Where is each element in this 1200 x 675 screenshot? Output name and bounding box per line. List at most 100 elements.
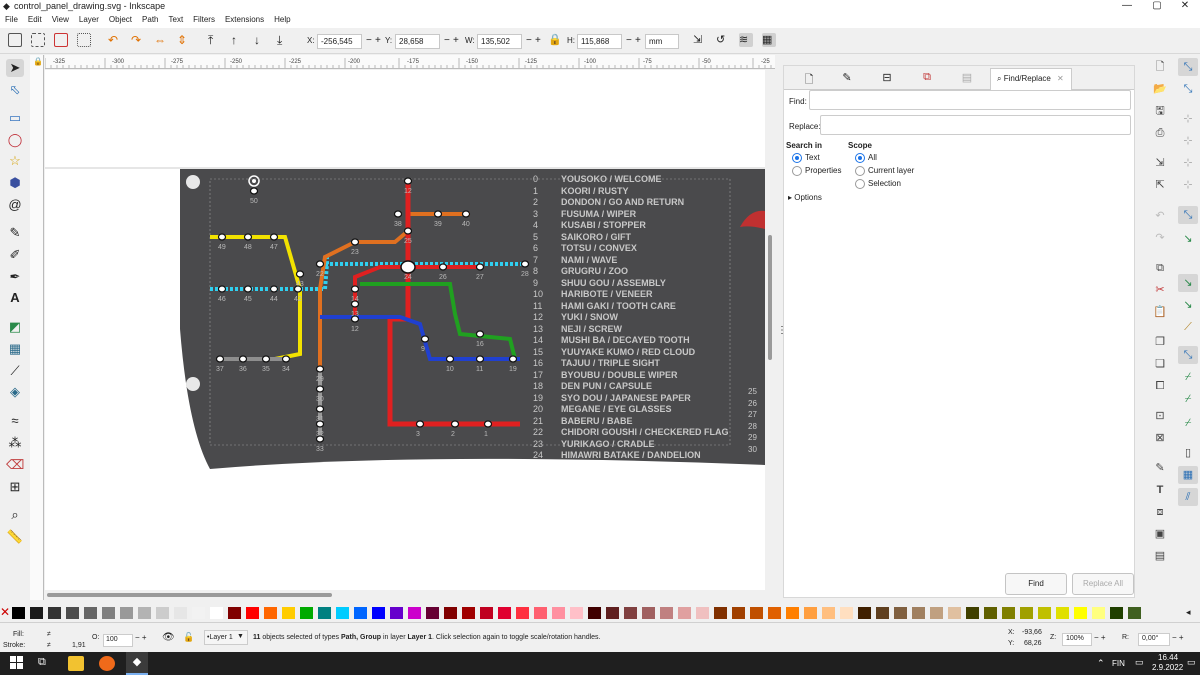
align-tab-icon[interactable]: ⊟: [880, 71, 894, 85]
palette-swatch[interactable]: [228, 607, 241, 619]
palette-swatch[interactable]: [1056, 607, 1069, 619]
unit-select[interactable]: mm: [645, 34, 680, 49]
y-increment[interactable]: +: [453, 35, 459, 46]
palette-swatch[interactable]: [1038, 607, 1051, 619]
palette-swatch[interactable]: [516, 607, 529, 619]
firefox-icon[interactable]: [99, 656, 115, 671]
ruler-corner-lock-icon[interactable]: 🔒: [33, 57, 43, 66]
snap-text-baseline-icon[interactable]: ⌿: [1181, 392, 1195, 406]
flip-horizontal-icon[interactable]: ⇔: [154, 33, 168, 47]
document-properties-tab-icon[interactable]: 🗋: [802, 71, 816, 86]
palette-swatch[interactable]: [570, 607, 583, 619]
find-button[interactable]: Find: [1005, 573, 1067, 595]
lower-to-bottom-icon[interactable]: ⤓: [277, 33, 291, 47]
palette-swatch[interactable]: [966, 607, 979, 619]
snap-bbox-icon[interactable]: ⤡: [1181, 82, 1195, 96]
palette-swatch[interactable]: [804, 607, 817, 619]
transform-tab-icon[interactable]: ⧉: [920, 71, 934, 85]
palette-swatch[interactable]: [102, 607, 115, 619]
mesh-tool-icon[interactable]: ▦: [6, 340, 24, 358]
replace-all-button[interactable]: Replace All: [1072, 573, 1134, 595]
language-indicator[interactable]: FIN: [1112, 659, 1125, 668]
pencil-tool-icon[interactable]: ✐: [6, 246, 24, 264]
menu-edit[interactable]: Edit: [23, 13, 47, 24]
spiral-tool-icon[interactable]: @: [6, 196, 24, 214]
palette-swatch[interactable]: [156, 607, 169, 619]
move-gradients-icon[interactable]: ≋: [739, 33, 753, 47]
maximize-button[interactable]: ▢: [1142, 0, 1172, 11]
group-icon[interactable]: ⊡: [1153, 409, 1167, 423]
palette-swatch[interactable]: [534, 607, 547, 619]
select-all-icon[interactable]: [8, 33, 22, 47]
palette-swatch[interactable]: [1110, 607, 1123, 619]
palette-swatch[interactable]: [714, 607, 727, 619]
calligraphy-tool-icon[interactable]: ✒: [6, 268, 24, 286]
rect-tool-icon[interactable]: ▭: [6, 109, 24, 127]
task-view-icon[interactable]: ⧉: [38, 656, 54, 671]
h-decrement[interactable]: −: [626, 35, 632, 46]
w-increment[interactable]: +: [535, 35, 541, 46]
palette-swatch[interactable]: [876, 607, 889, 619]
network-icon[interactable]: ▭: [1135, 657, 1144, 668]
clone-icon[interactable]: ❏: [1153, 357, 1167, 371]
opacity-input[interactable]: 100: [103, 634, 133, 647]
menu-help[interactable]: Help: [269, 13, 295, 24]
new-document-icon[interactable]: 🗋: [1153, 60, 1167, 74]
layers-tab-icon[interactable]: ▤: [960, 71, 974, 85]
raise-icon[interactable]: ↑: [231, 33, 245, 47]
palette-swatch[interactable]: [606, 607, 619, 619]
palette-swatch[interactable]: [444, 607, 457, 619]
zoom-stepper[interactable]: − +: [1094, 633, 1106, 642]
tab-find-replace[interactable]: ⌕ Find/Replace ✕: [990, 68, 1072, 90]
3d-box-tool-icon[interactable]: ⬢: [6, 174, 24, 192]
save-icon[interactable]: 🖫: [1153, 104, 1167, 118]
x-increment[interactable]: +: [375, 35, 381, 46]
snap-cusp-icon[interactable]: ↘: [1181, 298, 1195, 312]
tray-chevron-icon[interactable]: ⌃: [1097, 658, 1105, 669]
rotation-input[interactable]: 0,00°: [1138, 633, 1170, 646]
layers-icon[interactable]: ⧈: [1153, 505, 1167, 519]
menu-extensions[interactable]: Extensions: [220, 13, 269, 24]
snap-page-icon[interactable]: ⌿: [1181, 416, 1195, 430]
palette-menu-icon[interactable]: ◂: [1186, 607, 1191, 618]
node-tool-icon[interactable]: ⬁: [6, 81, 24, 99]
palette-swatch[interactable]: [858, 607, 871, 619]
print-icon[interactable]: ⎙: [1153, 126, 1167, 140]
spray-tool-icon[interactable]: ⁂: [6, 434, 24, 452]
vertical-scroll-thumb[interactable]: [768, 235, 772, 360]
find-input[interactable]: [809, 90, 1131, 110]
palette-swatch[interactable]: [1002, 607, 1015, 619]
unlink-clone-icon[interactable]: ⧠: [1153, 379, 1167, 393]
menu-filters[interactable]: Filters: [188, 13, 220, 24]
palette-swatch[interactable]: [588, 607, 601, 619]
xml-editor-icon[interactable]: ▣: [1153, 527, 1167, 541]
palette-swatch[interactable]: [930, 607, 943, 619]
inkscape-taskbar-icon[interactable]: ◆: [126, 652, 148, 675]
palette-swatch[interactable]: [336, 607, 349, 619]
raise-to-top-icon[interactable]: ⤒: [208, 33, 222, 47]
snap-path-intersection-icon[interactable]: ↘: [1181, 232, 1195, 246]
lock-layer-icon[interactable]: 🔓: [183, 632, 194, 643]
x-decrement[interactable]: −: [366, 35, 372, 46]
zoom-input[interactable]: 100%: [1062, 633, 1092, 646]
palette-swatch[interactable]: [696, 607, 709, 619]
text-font-icon[interactable]: T: [1153, 483, 1167, 497]
measure-tool-icon[interactable]: 📏: [6, 528, 24, 546]
palette-swatch[interactable]: [660, 607, 673, 619]
preferences-icon[interactable]: ▤: [1153, 549, 1167, 563]
paste-icon[interactable]: 📋: [1153, 305, 1167, 319]
snap-rotation-icon[interactable]: ⊹: [1181, 178, 1195, 192]
color-palette[interactable]: ✕ ◂: [0, 605, 1200, 620]
palette-swatch[interactable]: [48, 607, 61, 619]
y-input[interactable]: 28,658: [395, 34, 440, 49]
palette-swatch[interactable]: [768, 607, 781, 619]
fill-stroke-tab-icon[interactable]: ✎: [840, 71, 854, 85]
tweak-tool-icon[interactable]: ≈: [6, 412, 24, 430]
palette-swatch[interactable]: [282, 607, 295, 619]
palette-swatch[interactable]: [408, 607, 421, 619]
palette-swatch[interactable]: [84, 607, 97, 619]
export-icon[interactable]: ⇱: [1153, 178, 1167, 192]
palette-swatch[interactable]: [1074, 607, 1087, 619]
star-tool-icon[interactable]: ☆: [6, 152, 24, 170]
snap-object-midpoint-icon[interactable]: ⌿: [1181, 370, 1195, 384]
